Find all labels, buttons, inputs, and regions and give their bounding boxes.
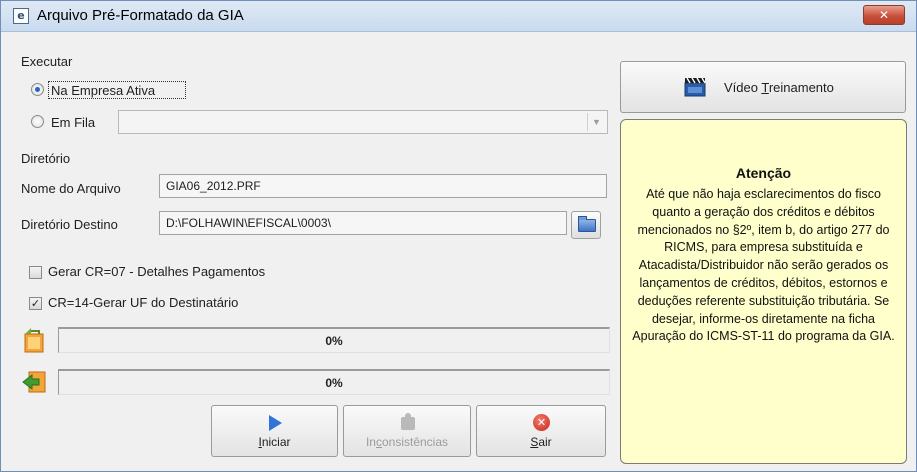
cr14-label[interactable]: CR=14-Gerar UF do Destinatário <box>48 295 238 310</box>
cr07-checkbox[interactable] <box>29 266 42 279</box>
progress-bar-1: 0% <box>58 327 610 353</box>
inconsistencias-button[interactable]: Inconsistências <box>343 405 471 457</box>
chevron-down-icon[interactable]: ▼ <box>587 113 605 131</box>
cr07-label[interactable]: Gerar CR=07 - Detalhes Pagamentos <box>48 264 265 279</box>
play-icon <box>269 415 282 431</box>
window-title: Arquivo Pré-Formatado da GIA <box>37 7 244 24</box>
radio-em-fila-label[interactable]: Em Fila <box>51 115 95 130</box>
iniciar-label: Iniciar <box>258 435 291 449</box>
progress-1-percent: 0% <box>325 334 343 348</box>
export-file-icon <box>24 328 44 353</box>
executar-group-label: Executar <box>21 54 73 69</box>
iniciar-button[interactable]: Iniciar <box>211 405 338 457</box>
diretorio-group-label: Diretório <box>21 151 71 166</box>
exit-icon: ✕ <box>533 414 550 431</box>
attention-body: Até que não haja esclarecimentos do fisc… <box>632 187 895 344</box>
progress-bar-2: 0% <box>58 369 610 395</box>
queue-select[interactable]: ▼ <box>118 110 608 134</box>
radio-na-empresa-ativa[interactable] <box>31 83 44 96</box>
sair-label: Sair <box>530 435 552 449</box>
progress-2-percent: 0% <box>325 376 343 390</box>
dest-dir-field[interactable]: D:\FOLHAWIN\EFISCAL\0003\ <box>159 211 567 235</box>
browse-folder-button[interactable] <box>571 211 601 239</box>
dest-dir-label: Diretório Destino <box>21 217 118 232</box>
clapperboard-icon <box>684 77 706 97</box>
video-training-button[interactable]: Vídeo Treinamento <box>620 61 906 113</box>
cr14-checkbox[interactable]: ✓ <box>29 297 42 310</box>
title-bar[interactable]: e Arquivo Pré-Formatado da GIA ✕ <box>1 1 916 32</box>
close-button[interactable]: ✕ <box>863 5 905 25</box>
attention-panel: Atenção Até que não haja esclarecimentos… <box>620 119 907 464</box>
filename-label: Nome do Arquivo <box>21 181 121 196</box>
sair-button[interactable]: ✕ Sair <box>476 405 606 457</box>
attention-title: Atenção <box>735 165 792 181</box>
radio-em-fila[interactable] <box>31 115 44 128</box>
gia-dialog: e Arquivo Pré-Formatado da GIA ✕ Executa… <box>0 0 917 472</box>
import-arrow-icon <box>22 371 46 393</box>
app-icon: e <box>13 8 29 24</box>
puzzle-icon <box>401 413 415 430</box>
radio-na-empresa-ativa-label[interactable]: Na Empresa Ativa <box>51 83 155 98</box>
filename-field[interactable]: GIA06_2012.PRF <box>159 174 607 198</box>
inconsistencias-label: Inconsistências <box>365 435 449 449</box>
video-training-label: Vídeo Treinamento <box>724 80 834 95</box>
folder-icon <box>578 216 596 232</box>
